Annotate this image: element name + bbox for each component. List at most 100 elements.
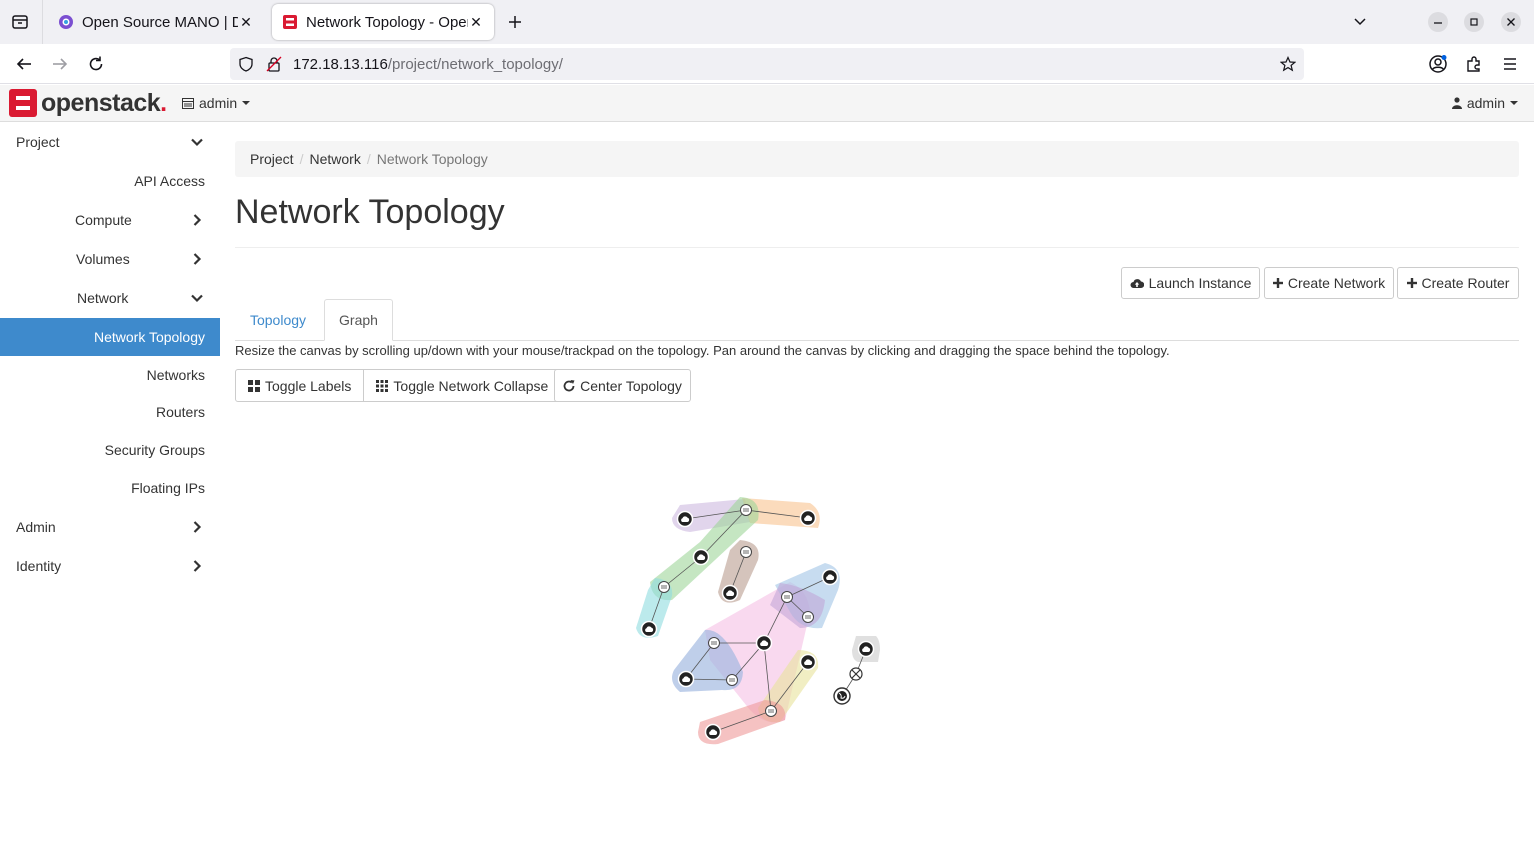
url-text[interactable]: 172.18.13.116/project/network_topology/: [293, 56, 563, 73]
graph-toggle-group: Toggle Labels Toggle Network Collapse: [235, 369, 562, 402]
sidebar-item-network-topology[interactable]: Network Topology: [0, 318, 220, 356]
caret-down-icon: [242, 101, 251, 105]
openstack-favicon-icon: [282, 14, 298, 30]
create-network-label: Create Network: [1287, 275, 1386, 291]
sidebar-item-api-access[interactable]: API Access: [0, 162, 220, 200]
instance-node-icon[interactable]: [799, 653, 817, 671]
sidebar-item-label: API Access: [134, 173, 205, 189]
sidebar-item-label: Network Topology: [93, 329, 205, 345]
menu-icon[interactable]: [1498, 52, 1522, 76]
instance-node-icon[interactable]: [721, 584, 739, 602]
chevron-down-icon: [191, 138, 203, 147]
instance-node-icon[interactable]: [692, 548, 710, 566]
sidebar-item-identity[interactable]: Identity: [0, 547, 220, 585]
router-node-icon[interactable]: [765, 705, 777, 717]
router-node-icon[interactable]: [781, 591, 793, 603]
chevron-right-icon: [193, 521, 202, 533]
toggle-network-collapse-button[interactable]: Toggle Network Collapse: [364, 369, 562, 402]
user-menu[interactable]: admin: [1451, 95, 1518, 111]
list-all-tabs-icon[interactable]: [1348, 10, 1372, 34]
launch-instance-button[interactable]: Launch Instance: [1121, 267, 1260, 299]
external-router-icon[interactable]: [849, 667, 863, 681]
reload-icon[interactable]: [84, 52, 108, 76]
forward-icon[interactable]: [48, 52, 72, 76]
tab-graph[interactable]: Graph: [324, 299, 393, 341]
url-path: /project/network_topology/: [387, 55, 563, 73]
browser-tab-bar: Open Source MANO | Das ✕ Network Topolog…: [0, 0, 1534, 44]
new-tab-icon[interactable]: [503, 10, 527, 34]
router-node-icon[interactable]: [658, 581, 670, 593]
router-node-icon[interactable]: [740, 546, 752, 558]
back-icon[interactable]: [12, 52, 36, 76]
instance-node-icon[interactable]: [857, 640, 875, 658]
tab-separator: [42, 0, 43, 44]
address-bar[interactable]: 172.18.13.116/project/network_topology/: [230, 48, 1304, 80]
router-node-icon[interactable]: [802, 611, 814, 623]
sidebar-item-label: Identity: [16, 558, 62, 574]
project-selector[interactable]: admin: [182, 95, 251, 111]
tab-close-icon[interactable]: ✕: [468, 14, 484, 30]
window-close-icon[interactable]: [1499, 10, 1523, 34]
center-topology-button[interactable]: Center Topology: [554, 369, 691, 402]
create-network-button[interactable]: Create Network: [1264, 267, 1394, 299]
browser-tab-network-topology[interactable]: Network Topology - Oper ✕: [272, 4, 494, 40]
caret-down-icon: [1510, 101, 1518, 105]
openstack-logo-icon: [9, 89, 37, 117]
router-node-icon[interactable]: [740, 504, 752, 516]
sidebar-item-label: Security Groups: [104, 442, 205, 458]
toggle-network-collapse-label: Toggle Network Collapse: [393, 377, 549, 394]
sidebar-item-project[interactable]: Project: [0, 123, 220, 161]
chevron-right-icon: [193, 214, 202, 226]
sidebar-item-label: Volumes: [76, 251, 130, 267]
url-host: 172.18.13.116: [293, 55, 388, 73]
maximize-icon[interactable]: [1462, 10, 1486, 34]
title-divider: [235, 247, 1519, 248]
breadcrumb-network[interactable]: Network: [309, 151, 360, 167]
toggle-labels-button[interactable]: Toggle Labels: [235, 369, 365, 402]
breadcrumb-separator: /: [299, 151, 304, 167]
th-large-icon: [248, 379, 260, 392]
breadcrumb: Project / Network / Network Topology: [235, 141, 1519, 177]
cloud-upload-icon: [1130, 279, 1144, 288]
minimize-icon[interactable]: [1426, 10, 1450, 34]
tab-close-icon[interactable]: ✕: [238, 14, 254, 30]
sidebar-item-volumes[interactable]: Volumes: [0, 240, 220, 278]
instance-node-icon[interactable]: [677, 670, 695, 688]
openstack-logo[interactable]: openstack.: [9, 88, 167, 118]
sidebar-item-compute[interactable]: Compute: [0, 201, 220, 239]
create-router-button[interactable]: Create Router: [1397, 267, 1519, 299]
external-network-globe-icon[interactable]: [833, 687, 851, 705]
account-icon[interactable]: [1426, 52, 1450, 76]
horizon-header: openstack. admin admin: [0, 85, 1534, 122]
help-text: Resize the canvas by scrolling up/down w…: [235, 343, 1170, 358]
page-title: Network Topology: [235, 193, 505, 231]
brand-text: openstack: [41, 88, 161, 117]
instance-node-icon[interactable]: [821, 568, 839, 586]
router-node-icon[interactable]: [726, 674, 738, 686]
tab-topology[interactable]: Topology: [235, 299, 321, 341]
bookmark-star-icon[interactable]: [1279, 56, 1297, 77]
sidebar-item-label: Routers: [155, 404, 205, 420]
tracking-protection-icon[interactable]: [238, 56, 254, 77]
plus-icon: [1272, 278, 1283, 288]
extensions-icon[interactable]: [1462, 52, 1486, 76]
sidebar-item-routers[interactable]: Routers: [0, 393, 220, 431]
instance-node-icon[interactable]: [640, 620, 658, 638]
router-node-icon[interactable]: [708, 637, 720, 649]
sidebar-item-networks[interactable]: Networks: [0, 356, 220, 394]
instance-node-icon[interactable]: [676, 510, 694, 528]
center-topology-label: Center Topology: [580, 377, 682, 394]
sidebar-item-floating-ips[interactable]: Floating IPs: [0, 469, 220, 507]
sidebar-item-security-groups[interactable]: Security Groups: [0, 431, 220, 469]
instance-node-icon[interactable]: [799, 509, 817, 527]
instance-node-icon[interactable]: [704, 723, 722, 741]
topology-graph[interactable]: [600, 470, 920, 770]
browser-tab-osm[interactable]: Open Source MANO | Das ✕: [48, 4, 264, 40]
sidebar-item-network[interactable]: Network: [0, 279, 220, 317]
tab-title: Network Topology - Oper: [306, 13, 468, 31]
sidebar-item-admin[interactable]: Admin: [0, 508, 220, 546]
tab-list-icon[interactable]: [8, 10, 32, 34]
breadcrumb-project[interactable]: Project: [250, 151, 294, 167]
instance-node-icon[interactable]: [755, 634, 773, 652]
insecure-lock-icon[interactable]: [266, 56, 282, 77]
